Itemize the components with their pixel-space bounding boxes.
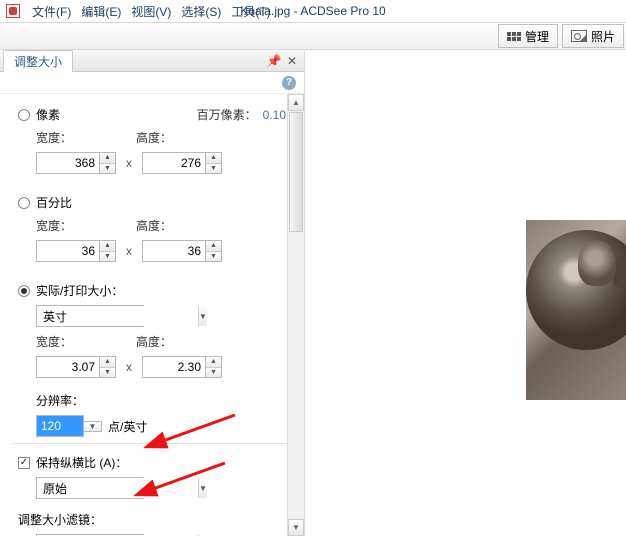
- tab-resize[interactable]: 调整大小: [3, 50, 73, 72]
- x-separator: x: [126, 244, 132, 258]
- pct-width-label: 宽度：: [36, 217, 96, 234]
- act-width-input[interactable]: ▲▼: [36, 356, 116, 378]
- radio-percent[interactable]: [18, 197, 30, 209]
- scroll-down-icon[interactable]: ▼: [288, 519, 304, 536]
- px-height-input[interactable]: ▲▼: [142, 152, 222, 174]
- close-icon[interactable]: ✕: [284, 53, 300, 69]
- unit-select[interactable]: ▼: [36, 305, 144, 327]
- manage-button[interactable]: 管理: [498, 24, 558, 48]
- megapixels-value: 0.10: [263, 108, 286, 122]
- x-separator: x: [126, 360, 132, 374]
- pct-height-input[interactable]: ▲▼: [142, 240, 222, 262]
- px-width-input[interactable]: ▲▼: [36, 152, 116, 174]
- chevron-up-icon[interactable]: ▲: [206, 241, 221, 252]
- menu-file[interactable]: 文件(F): [28, 1, 75, 22]
- chevron-down-icon[interactable]: ▼: [206, 252, 221, 262]
- megapixels-label: 百万像素：: [197, 106, 257, 123]
- grid-icon: [507, 32, 521, 41]
- chevron-down-icon[interactable]: ▼: [84, 421, 102, 432]
- act-height-label: 高度：: [136, 333, 196, 350]
- chevron-down-icon[interactable]: ▼: [100, 368, 115, 378]
- filter-label: 调整大小滤镜：: [18, 511, 102, 528]
- actual-label: 实际/打印大小：: [36, 282, 123, 299]
- image-canvas: [305, 50, 626, 536]
- aspect-select[interactable]: ▼: [36, 477, 144, 499]
- window-title: Koala.jpg - ACDSee Pro 10: [240, 4, 385, 18]
- photo-icon: [571, 30, 587, 42]
- pct-width-input[interactable]: ▲▼: [36, 240, 116, 262]
- px-width-label: 宽度：: [36, 129, 96, 146]
- radio-actual[interactable]: [18, 285, 30, 297]
- chevron-up-icon[interactable]: ▲: [206, 357, 221, 368]
- aspect-label: 保持纵横比 (A)：: [36, 454, 127, 471]
- aspect-checkbox[interactable]: [18, 457, 30, 469]
- chevron-down-icon[interactable]: ▼: [198, 306, 207, 326]
- scroll-thumb[interactable]: [289, 112, 303, 232]
- menu-view[interactable]: 视图(V): [127, 1, 175, 22]
- main-toolbar: 管理 照片: [0, 22, 626, 50]
- percent-label: 百分比: [36, 194, 72, 211]
- chevron-down-icon[interactable]: ▼: [198, 478, 207, 498]
- chevron-up-icon[interactable]: ▲: [206, 153, 221, 164]
- resolution-input[interactable]: ▼: [36, 415, 102, 437]
- pixels-label: 像素: [36, 106, 60, 123]
- photos-label: 照片: [591, 28, 615, 45]
- chevron-down-icon[interactable]: ▼: [100, 252, 115, 262]
- menu-edit[interactable]: 编辑(E): [77, 1, 125, 22]
- x-separator: x: [126, 156, 132, 170]
- act-width-label: 宽度：: [36, 333, 96, 350]
- app-icon: [6, 4, 20, 18]
- pin-icon[interactable]: 📌: [266, 53, 282, 69]
- radio-pixels[interactable]: [18, 109, 30, 121]
- panel-scrollbar[interactable]: ▲ ▼: [287, 94, 304, 536]
- pct-height-label: 高度：: [136, 217, 196, 234]
- manage-label: 管理: [525, 28, 549, 45]
- help-icon[interactable]: ?: [282, 76, 296, 90]
- scroll-up-icon[interactable]: ▲: [288, 94, 304, 111]
- act-height-input[interactable]: ▲▼: [142, 356, 222, 378]
- preview-image: [526, 220, 626, 400]
- chevron-down-icon[interactable]: ▼: [206, 164, 221, 174]
- panel-tabstrip: 调整大小 📌 ✕: [0, 50, 304, 72]
- chevron-up-icon[interactable]: ▲: [100, 153, 115, 164]
- resize-panel: 调整大小 📌 ✕ ? 像素 百万像素： 0.10 宽度： 高度： ▲▼: [0, 50, 305, 536]
- px-height-label: 高度：: [136, 129, 196, 146]
- chevron-up-icon[interactable]: ▲: [100, 241, 115, 252]
- menu-select[interactable]: 选择(S): [177, 1, 225, 22]
- chevron-up-icon[interactable]: ▲: [100, 357, 115, 368]
- chevron-down-icon[interactable]: ▼: [206, 368, 221, 378]
- resolution-unit: 点/英寸: [108, 418, 147, 435]
- chevron-down-icon[interactable]: ▼: [100, 164, 115, 174]
- photos-button[interactable]: 照片: [562, 24, 624, 48]
- resolution-label: 分辨率：: [36, 392, 84, 409]
